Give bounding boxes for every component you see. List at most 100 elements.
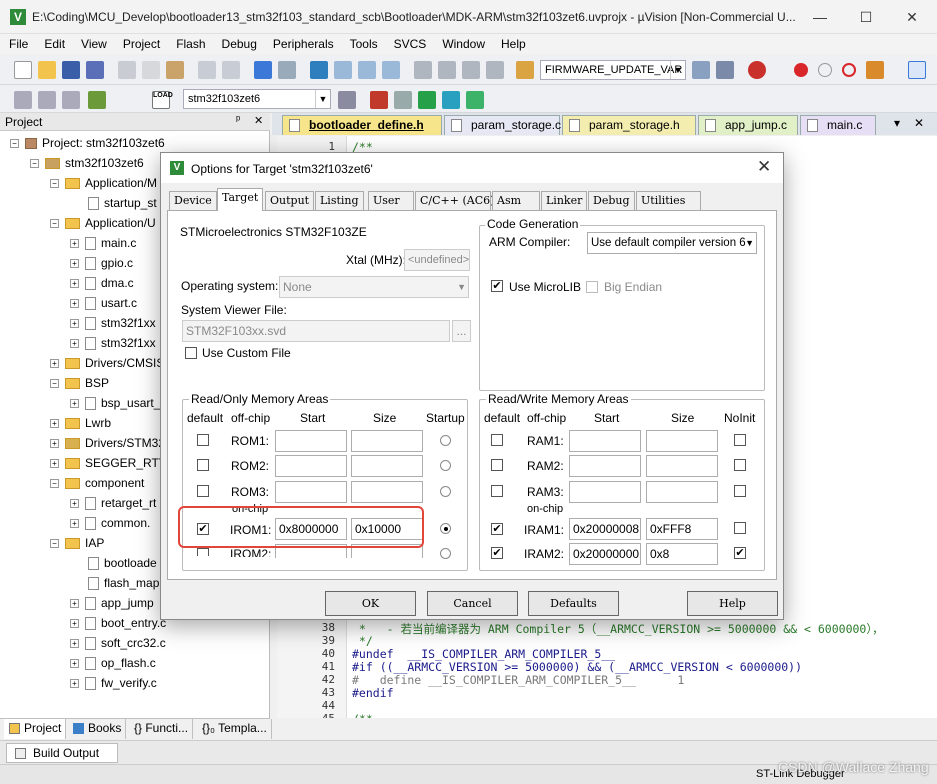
collapse-icon[interactable]: − [50,479,59,489]
expand-icon[interactable]: + [70,679,79,689]
tab-asm[interactable]: Asm [492,191,540,210]
menu-window[interactable]: Window [433,34,492,51]
undo-icon[interactable] [198,61,216,79]
expand-icon[interactable]: + [50,419,59,429]
navigate-forward-icon[interactable] [278,61,296,79]
menu-tools[interactable]: Tools [341,34,385,51]
tree-item-file[interactable]: + dma.c [70,273,134,293]
tab-debug[interactable]: Debug [588,191,635,210]
component-viewer-icon[interactable] [466,91,484,109]
rom1-size-input[interactable] [351,430,423,452]
prev-bookmark-icon[interactable] [334,61,352,79]
rom1-start-input[interactable] [275,430,347,452]
iram1-size-input[interactable]: 0xFFF8 [646,518,718,540]
tree-item-group[interactable]: − BSP [50,373,109,393]
rom2-startup-radio[interactable] [440,460,451,471]
iram2-start-input[interactable]: 0x20000000 [569,543,641,565]
tab-cpp-ac6[interactable]: C/C++ (AC6) [415,191,494,210]
select-packs-icon[interactable] [394,91,412,109]
xtal-input[interactable]: <undefined> [404,249,470,271]
tree-item-file[interactable]: flash_map [88,573,159,593]
rom3-start-input[interactable] [275,481,347,503]
expand-icon[interactable]: + [70,399,79,409]
find-in-files-icon[interactable] [516,61,534,79]
new-file-icon[interactable] [14,61,32,79]
tree-item-file[interactable]: + fw_verify.c [70,673,157,693]
load-download-icon[interactable]: LOAD [152,91,173,109]
tree-item-group[interactable]: + SEGGER_RTT [50,453,166,473]
tree-item-file[interactable]: + usart.c [70,293,137,313]
rom2-size-input[interactable] [351,455,423,477]
find-icon[interactable] [692,61,710,79]
expand-icon[interactable]: + [70,499,79,509]
tab-list-dropdown[interactable]: ▾ [894,116,900,130]
irom1-startup-radio[interactable] [440,523,451,534]
expand-icon[interactable]: + [70,259,79,269]
tree-item-file[interactable]: + bsp_usart_ [70,393,160,413]
ram1-start-input[interactable] [569,430,641,452]
expand-icon[interactable]: + [70,319,79,329]
rebuild-icon[interactable] [62,91,80,109]
tab-output[interactable]: Output [265,191,315,210]
tree-item-project-root[interactable]: − Project: stm32f103zet6 [10,133,165,153]
target-select[interactable]: stm32f103zet6 ▼ [183,89,331,109]
tree-item-file[interactable]: + stm32f1xx [70,333,156,353]
build-icon[interactable] [38,91,56,109]
ram3-size-input[interactable] [646,481,718,503]
tree-item-file[interactable]: + soft_crc32.c [70,633,166,653]
arm-compiler-select[interactable]: Use default compiler version 6 ▼ [587,232,757,254]
editor-tab-param-storage-c[interactable]: param_storage.c [444,115,561,135]
tab-functions[interactable]: {} Functi... [130,719,194,739]
rom2-start-input[interactable] [275,455,347,477]
open-folder-icon[interactable] [38,61,56,79]
translate-icon[interactable] [14,91,32,109]
tree-item-file[interactable]: startup_st [88,193,157,213]
save-icon[interactable] [62,61,80,79]
irom2-startup-radio[interactable] [440,548,451,559]
tree-item-group[interactable]: + Drivers/CMSIS [50,353,164,373]
clear-bookmarks-icon[interactable] [382,61,400,79]
incremental-find-icon[interactable] [716,61,734,79]
pack-installer-icon[interactable] [418,91,436,109]
paste-icon[interactable] [166,61,184,79]
help-button[interactable]: Help [687,591,778,616]
configure-icon[interactable] [866,61,884,79]
editor-tab-main-c[interactable]: main.c [800,115,876,135]
close-tab-icon[interactable]: ✕ [914,116,924,130]
iram2-size-input[interactable]: 0x8 [646,543,718,565]
tree-item-file[interactable]: + retarget_rt [70,493,156,513]
collapse-icon[interactable]: − [50,539,59,549]
tab-device[interactable]: Device [169,191,217,210]
comment-icon[interactable] [462,61,480,79]
rom1-startup-radio[interactable] [440,435,451,446]
editor-tab-bootloader-define[interactable]: bootloader_define.h [282,115,442,135]
menu-edit[interactable]: Edit [35,34,72,51]
ram1-noinit-checkbox[interactable] [734,434,746,446]
editor-tab-app-jump-c[interactable]: app_jump.c [698,115,798,135]
tree-item-group[interactable]: + Drivers/STM32 [50,433,165,453]
cancel-button[interactable]: Cancel [427,591,518,616]
use-microlib-checkbox[interactable]: ✔ [491,280,503,292]
run-time-env-icon[interactable] [442,91,460,109]
ram3-noinit-checkbox[interactable] [734,485,746,497]
tab-user[interactable]: User [368,191,414,210]
maximize-button[interactable]: ☐ [843,0,889,34]
ram2-default-checkbox[interactable] [491,459,503,471]
tree-item-file[interactable]: + boot_entry.c [70,613,166,633]
rom2-default-checkbox[interactable] [197,459,209,471]
menu-debug[interactable]: Debug [213,34,264,51]
menu-flash[interactable]: Flash [167,34,212,51]
expand-icon[interactable]: + [70,339,79,349]
options-for-target-icon[interactable] [338,91,356,109]
iram1-noinit-checkbox[interactable] [734,522,746,534]
close-panel-icon[interactable]: ✕ [254,114,263,127]
close-window-button[interactable]: ✕ [889,0,935,34]
big-endian-checkbox[interactable] [586,281,598,293]
batch-build-icon[interactable] [88,91,106,109]
tab-linker[interactable]: Linker [541,191,587,210]
tree-item-file[interactable]: bootloade [88,553,157,573]
tab-project[interactable]: Project [4,719,67,739]
tree-item-group[interactable]: − component [50,473,144,493]
irom2-default-checkbox[interactable] [197,548,209,556]
menu-view[interactable]: View [72,34,114,51]
